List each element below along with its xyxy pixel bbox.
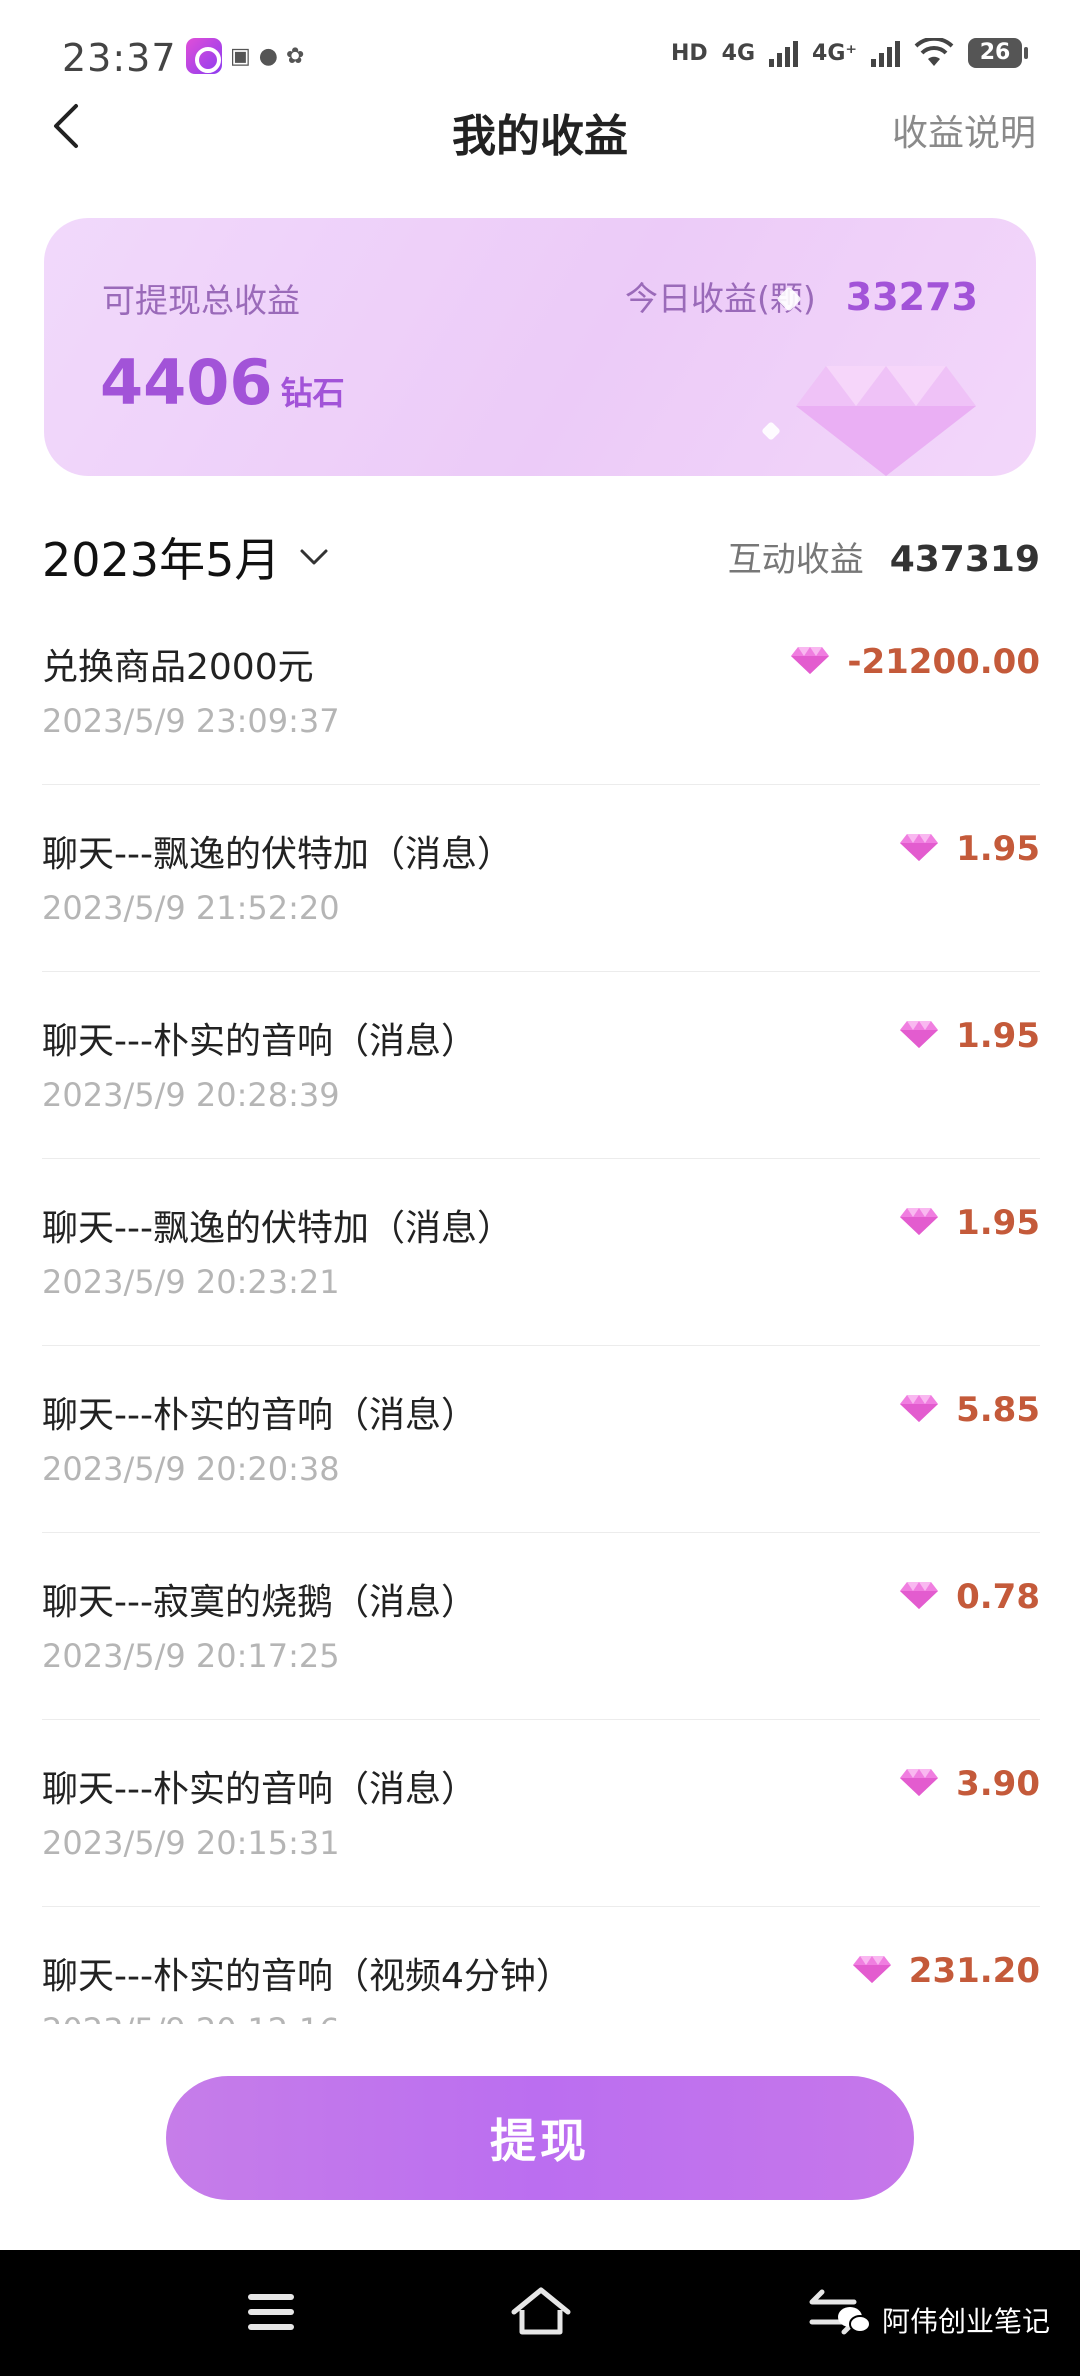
transaction-amount: -21200.00 [789,642,1040,682]
diamond-icon [851,1953,893,1989]
earnings-info-link[interactable]: 收益说明 [892,104,1036,156]
withdrawable-total-unit: 钻石 [280,374,345,412]
status-time: 23:37 [62,36,177,80]
withdrawable-total-label: 可提现总收益 [102,281,300,320]
transaction-row[interactable]: 聊天---朴实的音响（消息） 2023/5/9 20:20:38 5.85 [42,1346,1040,1533]
transaction-list[interactable]: 兑换商品2000元 2023/5/9 23:09:37 -21200.00 聊天---… [42,598,1040,2024]
transaction-amount-value: 5.85 [956,1390,1040,1430]
transaction-time: 2023/5/9 20:28:39 [42,1076,340,1114]
today-earnings: 今日收益(颗) 33273 [625,272,978,320]
transaction-amount: 1.95 [898,829,1040,869]
transaction-amount-value: 1.95 [956,1016,1040,1056]
diamond-icon [898,1205,940,1241]
withdrawable-total: 4406 钻石 [100,346,345,419]
transaction-amount: 231.20 [851,1951,1040,1991]
transaction-amount-value: 1.95 [956,829,1040,869]
transaction-amount: 0.78 [898,1577,1040,1617]
transaction-amount-value: 3.90 [956,1764,1040,1804]
signal-icon [769,39,799,67]
watermark: 阿伟创业笔记 [836,2300,1050,2340]
transaction-row[interactable]: 聊天---朴实的音响（消息） 2023/5/9 20:15:31 3.90 [42,1720,1040,1907]
signal-icon [871,39,900,67]
network-label-2: 4G⁺ [812,40,857,66]
transaction-time: 2023/5/9 20:17:25 [42,1637,340,1675]
transaction-row[interactable]: 聊天---朴实的音响（视频4分钟） 2023/5/9 20:12:16 231.20 [42,1907,1040,2024]
interaction-earnings-label: 互动收益 [727,540,864,580]
transaction-title: 聊天---朴实的音响（消息） [42,1021,477,1062]
transaction-time: 2023/5/9 20:12:16 [42,2011,340,2024]
diamond-icon [898,831,940,867]
earnings-summary-card: 可提现总收益 4406 钻石 今日收益(颗) 33273 [44,218,1036,476]
transaction-amount: 3.90 [898,1764,1040,1804]
month-picker[interactable]: 2023年5月 [42,524,330,590]
dot-icon: ● [258,43,278,69]
transaction-amount: 1.95 [898,1016,1040,1056]
system-indicators: HD 4G 4G⁺ 26 [670,38,1028,68]
interaction-earnings-value: 437319 [889,539,1040,580]
watermark-text: 阿伟创业笔记 [881,2305,1050,2338]
diamond-icon [898,1579,940,1615]
diamond-icon [898,1018,940,1054]
message-icon: ▣ [230,43,251,69]
hd-label: HD [670,40,708,66]
diamond-icon [898,1392,940,1428]
app-notification-icon [186,38,222,74]
interaction-earnings: 互动收益 437319 [728,532,1040,581]
transaction-row[interactable]: 聊天---飘逸的伏特加（消息） 2023/5/9 21:52:20 1.95 [42,785,1040,972]
transaction-amount-value: 0.78 [956,1577,1040,1617]
transaction-amount-value: -21200.00 [847,642,1040,682]
wechat-icon [837,2307,871,2333]
transaction-row[interactable]: 兑换商品2000元 2023/5/9 23:09:37 -21200.00 [42,598,1040,785]
home-icon [511,2287,571,2335]
sparkle-icon [761,421,781,441]
transaction-time: 2023/5/9 20:23:21 [42,1263,340,1301]
transaction-title: 聊天---朴实的音响（消息） [42,1769,477,1810]
transaction-title: 兑换商品2000元 [42,647,314,688]
withdrawable-total-value: 4406 [100,346,273,419]
status-bar: 23:37 ▣ ● ✿ HD 4G 4G⁺ 26 [0,0,1080,100]
transaction-row[interactable]: 聊天---飘逸的伏特加（消息） 2023/5/9 20:23:21 1.95 [42,1159,1040,1346]
menu-icon [248,2294,294,2330]
wechat-icon: ✿ [286,43,305,69]
today-earnings-value: 33273 [845,275,978,319]
transaction-title: 聊天---寂寞的烧鹅（消息） [42,1582,477,1623]
system-nav-bar: 阿伟创业笔记 [0,2250,1080,2376]
battery-icon: 26 [968,38,1028,68]
diamond-icon [898,1766,940,1802]
network-label-1: 4G [721,40,756,66]
withdraw-button[interactable]: 提现 [166,2076,914,2200]
transaction-title: 聊天---朴实的音响（消息） [42,1395,477,1436]
transaction-amount-value: 231.20 [908,1951,1040,1991]
selected-month: 2023年5月 [42,533,281,587]
diamond-icon [796,366,976,476]
transaction-time: 2023/5/9 21:52:20 [42,889,340,927]
transaction-amount: 5.85 [898,1390,1040,1430]
transaction-title: 聊天---朴实的音响（视频4分钟） [42,1956,572,1997]
transaction-time: 2023/5/9 20:15:31 [42,1824,340,1862]
transaction-time: 2023/5/9 23:09:37 [42,702,340,740]
transaction-row[interactable]: 聊天---寂寞的烧鹅（消息） 2023/5/9 20:17:25 0.78 [42,1533,1040,1720]
nav-menu-button[interactable] [236,2280,306,2344]
transaction-title: 聊天---飘逸的伏特加（消息） [42,834,513,875]
month-filter-row: 2023年5月 互动收益 437319 [42,524,1040,594]
transaction-amount-value: 1.95 [956,1203,1040,1243]
chevron-down-icon [300,549,328,565]
nav-home-button[interactable] [506,2280,576,2344]
transaction-time: 2023/5/9 20:20:38 [42,1450,340,1488]
diamond-icon [789,644,831,680]
transaction-amount: 1.95 [898,1203,1040,1243]
transaction-row[interactable]: 聊天---朴实的音响（消息） 2023/5/9 20:28:39 1.95 [42,972,1040,1159]
wifi-icon [914,38,954,66]
transaction-title: 聊天---飘逸的伏特加（消息） [42,1208,513,1249]
notification-icons: ▣ ● ✿ [186,38,304,74]
